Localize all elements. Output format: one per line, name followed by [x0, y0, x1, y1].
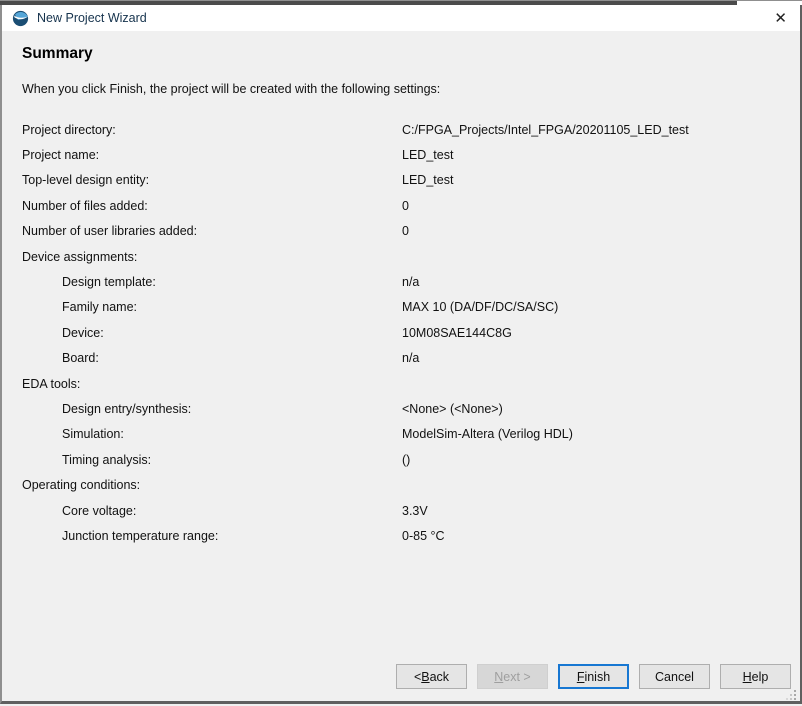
row-label: Core voltage:	[22, 504, 136, 518]
row-value: C:/FPGA_Projects/Intel_FPGA/20201105_LED…	[402, 117, 689, 142]
settings-row: EDA tools:	[22, 371, 800, 396]
settings-list: Project directory: C:/FPGA_Projects/Intel…	[22, 117, 800, 549]
titlebar[interactable]: New Project Wizard ✕	[2, 5, 800, 31]
settings-row: Board: n/a	[22, 346, 800, 371]
row-label: Number of files added:	[22, 199, 148, 213]
row-value: LED_test	[402, 142, 453, 167]
row-label: Device assignments:	[22, 250, 137, 264]
settings-row: Project directory: C:/FPGA_Projects/Intel…	[22, 117, 800, 142]
row-label: Junction temperature range:	[22, 529, 218, 543]
settings-row: Number of files added: 0	[22, 193, 800, 218]
row-value: n/a	[402, 269, 419, 294]
settings-row: Device assignments:	[22, 244, 800, 269]
settings-row: Family name: MAX 10 (DA/DF/DC/SA/SC)	[22, 295, 800, 320]
resize-grip-icon[interactable]	[786, 688, 797, 699]
row-label: Device:	[22, 326, 104, 340]
settings-row: Core voltage: 3.3V	[22, 498, 800, 523]
settings-row: Design entry/synthesis: <None> (<None>)	[22, 396, 800, 421]
page-title: Summary	[22, 45, 800, 63]
settings-row: Device: 10M08SAE144C8G	[22, 320, 800, 345]
help-button[interactable]: Help	[720, 664, 791, 689]
row-value: MAX 10 (DA/DF/DC/SA/SC)	[402, 295, 558, 320]
row-value: n/a	[402, 346, 419, 371]
row-label: EDA tools:	[22, 377, 80, 391]
row-label: Family name:	[22, 300, 137, 314]
cancel-button[interactable]: Cancel	[639, 664, 710, 689]
row-value: 3.3V	[402, 498, 428, 523]
row-label: Number of user libraries added:	[22, 224, 197, 238]
settings-row: Timing analysis: ()	[22, 447, 800, 472]
row-label: Top-level design entity:	[22, 173, 149, 187]
row-value: 0	[402, 193, 409, 218]
row-value: ModelSim-Altera (Verilog HDL)	[402, 422, 573, 447]
window-title: New Project Wizard	[37, 11, 147, 25]
row-label: Timing analysis:	[22, 453, 151, 467]
row-label: Simulation:	[22, 427, 124, 441]
settings-row: Project name: LED_test	[22, 142, 800, 167]
row-value: <None> (<None>)	[402, 396, 503, 421]
settings-row: Operating conditions:	[22, 472, 800, 497]
row-value: 10M08SAE144C8G	[402, 320, 512, 345]
screen: New Project Wizard ✕ Summary When you cl…	[0, 0, 802, 704]
settings-row: Junction temperature range: 0-85 °C	[22, 523, 800, 548]
new-project-wizard-dialog: New Project Wizard ✕ Summary When you cl…	[0, 5, 802, 704]
settings-row: Simulation: ModelSim-Altera (Verilog HDL)	[22, 422, 800, 447]
content-area: Summary When you click Finish, the proje…	[2, 45, 800, 549]
intro-text: When you click Finish, the project will …	[22, 82, 800, 96]
back-button[interactable]: < Back	[396, 664, 467, 689]
row-label: Operating conditions:	[22, 478, 140, 492]
close-icon[interactable]: ✕	[774, 5, 787, 31]
row-value: 0	[402, 219, 409, 244]
row-value: ()	[402, 447, 410, 472]
row-label: Project directory:	[22, 123, 116, 137]
row-label: Project name:	[22, 148, 99, 162]
row-value: LED_test	[402, 168, 453, 193]
row-label: Board:	[22, 351, 99, 365]
finish-button[interactable]: Finish	[558, 664, 629, 689]
next-button: Next >	[477, 664, 548, 689]
settings-row: Top-level design entity: LED_test	[22, 168, 800, 193]
row-label: Design template:	[22, 275, 156, 289]
quartus-logo-icon	[12, 10, 29, 27]
settings-row: Design template: n/a	[22, 269, 800, 294]
button-bar: < Back Next > Finish Cancel Help	[396, 664, 791, 689]
settings-row: Number of user libraries added: 0	[22, 219, 800, 244]
row-value: 0-85 °C	[402, 523, 445, 548]
row-label: Design entry/synthesis:	[22, 402, 191, 416]
